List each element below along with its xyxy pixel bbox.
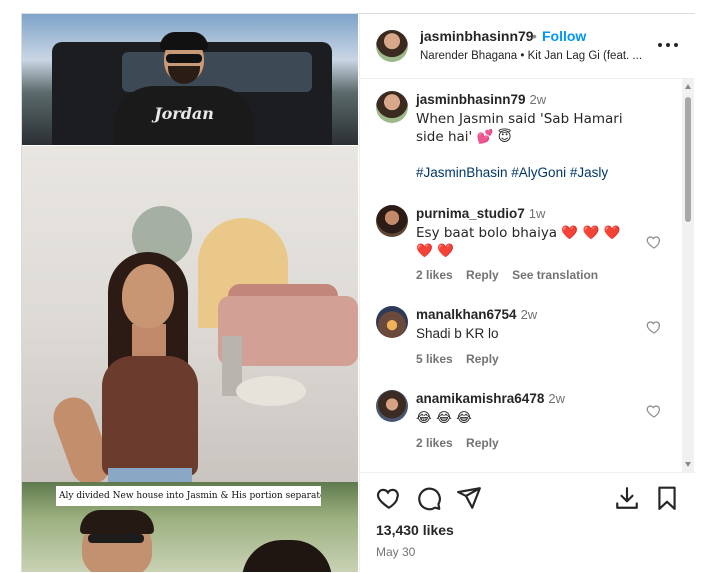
heart-icon[interactable] xyxy=(376,485,402,511)
post-sidebar: jasminbhasinn79 • Follow Narender Bhagan… xyxy=(359,14,695,572)
comment-meta: 2 likes Reply xyxy=(416,436,509,450)
comment-username[interactable]: anamikamishra6478 2w xyxy=(416,391,565,406)
caption-text: When Jasmin said 'Sab Hamari side hai' 💕… xyxy=(416,110,636,182)
comment-time: 2w xyxy=(548,391,565,406)
more-icon[interactable] xyxy=(656,38,680,52)
separator-dot: • xyxy=(532,28,537,44)
avatar[interactable] xyxy=(376,306,408,338)
comment-time: 1w xyxy=(528,206,546,221)
comment-meta: 5 likes Reply xyxy=(416,352,509,366)
avatar[interactable] xyxy=(376,30,408,62)
avatar[interactable] xyxy=(376,390,408,422)
post-header: jasminbhasinn79 • Follow Narender Bhagan… xyxy=(360,14,695,79)
jacket-logo: Jordan xyxy=(154,104,214,123)
header-username[interactable]: jasminbhasinn79 xyxy=(420,28,534,44)
person-top: Jordan xyxy=(114,32,254,156)
media-overlay-caption: Aly divided New house into Jasmin & His … xyxy=(56,486,321,506)
caption-body: When Jasmin said 'Sab Hamari side hai' 💕… xyxy=(416,111,623,145)
reply-button[interactable]: Reply xyxy=(466,436,499,450)
scroll-down-arrow[interactable] xyxy=(685,462,691,467)
comment-likes[interactable]: 5 likes xyxy=(416,352,453,366)
comment-username[interactable]: purnima_studio7 1w xyxy=(416,206,545,221)
comments-scrollbar[interactable] xyxy=(682,79,694,472)
heart-icon[interactable] xyxy=(646,403,662,419)
comment-text: Esy baat bolo bhaiya ❤️ ❤️ ❤️ ❤️ ❤️ xyxy=(416,225,621,259)
reply-button[interactable]: Reply xyxy=(466,352,499,366)
person-middle xyxy=(47,246,232,491)
heart-icon[interactable] xyxy=(646,319,662,335)
reply-button[interactable]: Reply xyxy=(466,268,499,282)
scroll-thumb[interactable] xyxy=(685,97,691,222)
list-item: purnima_studio7 1w Esy baat bolo bhaiya ❤… xyxy=(360,205,682,285)
avatar[interactable] xyxy=(376,205,408,237)
caption-time: 2w xyxy=(529,92,547,107)
comment-username[interactable]: manalkhan6754 2w xyxy=(416,307,537,322)
share-icon[interactable] xyxy=(456,485,482,511)
scroll-up-arrow[interactable] xyxy=(685,84,691,89)
see-translation-button[interactable]: See translation xyxy=(512,268,598,282)
likes-count[interactable]: 13,430 likes xyxy=(376,522,454,538)
comment-icon[interactable] xyxy=(416,485,442,511)
media-panel-middle xyxy=(22,146,358,491)
post-actions: 13,430 likes May 30 xyxy=(360,472,695,573)
list-item: manalkhan6754 2w Shadi b KR lo 5 likes Re… xyxy=(360,306,682,376)
comments-list[interactable]: jasminbhasinn79 2w When Jasmin said 'Sab … xyxy=(360,79,682,472)
comment-meta: 2 likes Reply See translation xyxy=(416,268,608,282)
post-media[interactable]: Jordan Aly divided New house into Jasmin… xyxy=(22,14,358,572)
bookmark-icon[interactable] xyxy=(654,485,680,511)
download-icon[interactable] xyxy=(614,485,640,511)
comment-text: Shadi b KR lo xyxy=(416,326,499,341)
follow-button[interactable]: Follow xyxy=(542,28,586,44)
comment-time: 2w xyxy=(520,307,538,322)
audio-line[interactable]: Narender Bhagana • Kit Jan Lag Gi (feat.… xyxy=(420,50,652,62)
avatar[interactable] xyxy=(376,91,408,123)
list-item: anamikamishra6478 2w 😂 😂 😂 2 likes Reply xyxy=(360,390,682,460)
comment-text: 😂 😂 😂 xyxy=(416,410,472,426)
heart-icon[interactable] xyxy=(646,234,662,250)
post-date: May 30 xyxy=(376,545,416,559)
comment-likes[interactable]: 2 likes xyxy=(416,268,453,282)
comment-likes[interactable]: 2 likes xyxy=(416,436,453,450)
caption-username[interactable]: jasminbhasinn79 2w xyxy=(416,92,546,107)
caption-hashtags[interactable]: #JasminBhasin #AlyGoni #Jasly xyxy=(416,165,608,180)
media-panel-top: Jordan xyxy=(22,14,358,156)
